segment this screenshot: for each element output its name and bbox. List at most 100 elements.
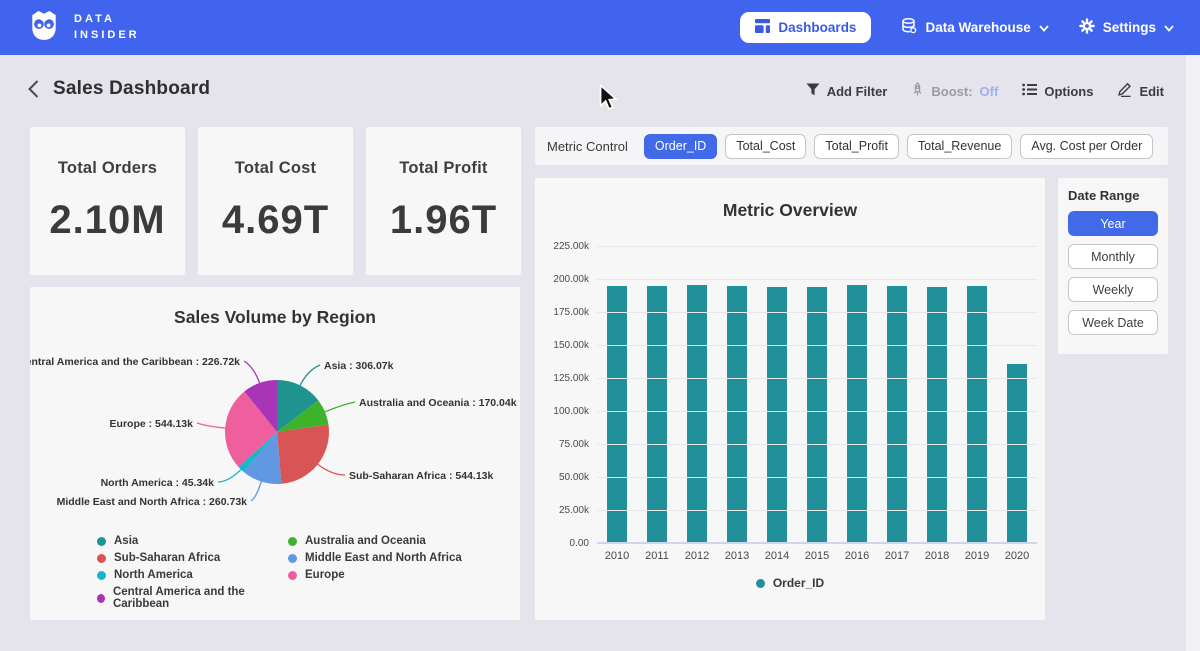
bar-2011[interactable] bbox=[647, 286, 667, 544]
date-range-label: Date Range bbox=[1068, 188, 1158, 203]
legend-dot bbox=[288, 537, 297, 546]
pie-chart[interactable]: Asia : 306.07kAustralia and Oceania : 17… bbox=[30, 333, 520, 523]
bar-chart-card: Metric Overview 225.00k200.00k175.00k150… bbox=[535, 178, 1045, 620]
gridline bbox=[597, 444, 1037, 445]
pie-label-north-america: North America : 45.34k bbox=[101, 477, 215, 489]
pie-label-australia-and-oceania: Australia and Oceania : 170.04k bbox=[359, 397, 517, 409]
legend-label: Europe bbox=[305, 569, 345, 581]
legend-item-sub-saharan-africa[interactable]: Sub-Saharan Africa bbox=[97, 552, 282, 564]
metric-control-options: Order_ID Total_Cost Total_Profit Total_Reve… bbox=[644, 134, 1153, 159]
bar-2010[interactable] bbox=[607, 286, 627, 544]
kpi-card-total-orders: Total Orders 2.10M bbox=[30, 127, 185, 275]
legend-item-north-america[interactable]: North America bbox=[97, 569, 282, 581]
options-button[interactable]: Options bbox=[1022, 83, 1093, 99]
scrollbar[interactable] bbox=[1186, 55, 1200, 651]
pie-chart-title: Sales Volume by Region bbox=[30, 307, 520, 328]
gridline bbox=[597, 279, 1037, 280]
x-tick-label: 2018 bbox=[917, 550, 957, 562]
bar-2012[interactable] bbox=[687, 285, 707, 544]
bar-2020[interactable] bbox=[1007, 364, 1027, 544]
brand-line2: INSIDER bbox=[74, 28, 140, 44]
kpi-card-total-cost: Total Cost 4.69T bbox=[198, 127, 353, 275]
legend-label: Australia and Oceania bbox=[305, 535, 426, 547]
kpi-label: Total Cost bbox=[235, 159, 316, 178]
filter-icon bbox=[806, 83, 820, 99]
legend-item-central-america-and-the-caribbean[interactable]: Central America and the Caribbean bbox=[97, 586, 282, 610]
boost-toggle[interactable]: Boost: Off bbox=[911, 82, 998, 100]
bar-2018[interactable] bbox=[927, 287, 947, 544]
metric-chip-total-profit[interactable]: Total_Profit bbox=[814, 134, 899, 159]
legend-item-middle-east-and-north-africa[interactable]: Middle East and North Africa bbox=[288, 552, 462, 564]
legend-item-australia-and-oceania[interactable]: Australia and Oceania bbox=[288, 535, 462, 547]
legend-item-europe[interactable]: Europe bbox=[288, 569, 462, 581]
pie-leader-line bbox=[197, 423, 227, 428]
date-range-monthly[interactable]: Monthly bbox=[1068, 244, 1158, 269]
kpi-value: 4.69T bbox=[222, 198, 329, 243]
pie-leader-line bbox=[218, 468, 242, 482]
gridline bbox=[597, 411, 1037, 412]
pie-leader-line bbox=[251, 480, 262, 501]
bar-2015[interactable] bbox=[807, 287, 827, 544]
gridline bbox=[597, 510, 1037, 511]
x-tick-label: 2010 bbox=[597, 550, 637, 562]
owl-logo-icon bbox=[26, 7, 62, 48]
legend-item-asia[interactable]: Asia bbox=[97, 535, 282, 547]
bar-2017[interactable] bbox=[887, 286, 907, 544]
bar-2014[interactable] bbox=[767, 287, 787, 544]
edit-button[interactable]: Edit bbox=[1117, 82, 1164, 100]
pie-label-central-america-and-the-caribbean: Central America and the Caribbean : 226.… bbox=[30, 356, 240, 368]
date-range-options: Year Monthly Weekly Week Date bbox=[1068, 211, 1158, 335]
dashboard-grid-icon bbox=[755, 19, 770, 36]
gridline bbox=[597, 542, 1037, 544]
bar-x-axis: 2010201120122013201420152016201720182019… bbox=[597, 550, 1037, 562]
pie-label-europe: Europe : 544.13k bbox=[110, 418, 194, 430]
metric-control-strip: Metric Control Order_IDTotal_CostTotal_P… bbox=[535, 127, 1168, 165]
data-warehouse-menu[interactable]: Data Warehouse bbox=[901, 18, 1048, 37]
legend-label: Sub-Saharan Africa bbox=[114, 552, 220, 564]
pie-slice-sub-saharan-africa[interactable] bbox=[277, 425, 329, 484]
metric-chip-total-revenue[interactable]: Total_Revenue bbox=[907, 134, 1012, 159]
y-tick-label: 75.00k bbox=[535, 439, 589, 450]
database-icon bbox=[901, 18, 917, 37]
x-tick-label: 2013 bbox=[717, 550, 757, 562]
gear-icon bbox=[1079, 18, 1095, 37]
metric-chip-total-cost[interactable]: Total_Cost bbox=[725, 134, 806, 159]
date-range-year[interactable]: Year bbox=[1068, 211, 1158, 236]
legend-dot bbox=[288, 554, 297, 563]
brand-line1: DATA bbox=[74, 12, 140, 28]
date-range-card: Date Range Year Monthly Weekly Week Date bbox=[1058, 178, 1168, 354]
legend-dot bbox=[97, 554, 106, 563]
metric-chip-avg-cost-per-order[interactable]: Avg. Cost per Order bbox=[1020, 134, 1153, 159]
date-range-weekly[interactable]: Weekly bbox=[1068, 277, 1158, 302]
gridline bbox=[597, 246, 1037, 247]
legend-dot bbox=[97, 571, 106, 580]
bar-2019[interactable] bbox=[967, 286, 987, 544]
back-button[interactable] bbox=[28, 80, 39, 98]
pie-label-middle-east-and-north-africa: Middle East and North Africa : 260.73k bbox=[57, 496, 248, 508]
dashboards-button[interactable]: Dashboards bbox=[740, 12, 871, 43]
add-filter-button[interactable]: Add Filter bbox=[806, 83, 888, 99]
date-range-week-date[interactable]: Week Date bbox=[1068, 310, 1158, 335]
y-tick-label: 50.00k bbox=[535, 472, 589, 483]
metric-chip-order-id[interactable]: Order_ID bbox=[644, 134, 717, 159]
add-filter-label: Add Filter bbox=[827, 84, 888, 99]
kpi-value: 1.96T bbox=[390, 198, 497, 243]
page-title: Sales Dashboard bbox=[53, 78, 210, 100]
y-tick-label: 0.00 bbox=[535, 538, 589, 549]
x-tick-label: 2019 bbox=[957, 550, 997, 562]
bar-plot-area[interactable] bbox=[597, 247, 1037, 544]
bar-2016[interactable] bbox=[847, 285, 867, 544]
pie-chart-card: Sales Volume by Region Asia : 306.07kAus… bbox=[30, 287, 520, 620]
brand-logo[interactable]: DATA INSIDER bbox=[26, 7, 140, 48]
y-tick-label: 100.00k bbox=[535, 406, 589, 417]
boost-label: Boost: bbox=[931, 84, 972, 99]
y-tick-label: 175.00k bbox=[535, 307, 589, 318]
settings-label: Settings bbox=[1103, 20, 1156, 35]
legend-dot bbox=[97, 594, 105, 603]
legend-dot bbox=[97, 537, 106, 546]
bar-2013[interactable] bbox=[727, 286, 747, 544]
x-tick-label: 2020 bbox=[997, 550, 1037, 562]
navbar: DATA INSIDER Dashboards bbox=[0, 0, 1200, 55]
legend-label: Central America and the Caribbean bbox=[113, 586, 282, 610]
settings-menu[interactable]: Settings bbox=[1079, 18, 1174, 37]
